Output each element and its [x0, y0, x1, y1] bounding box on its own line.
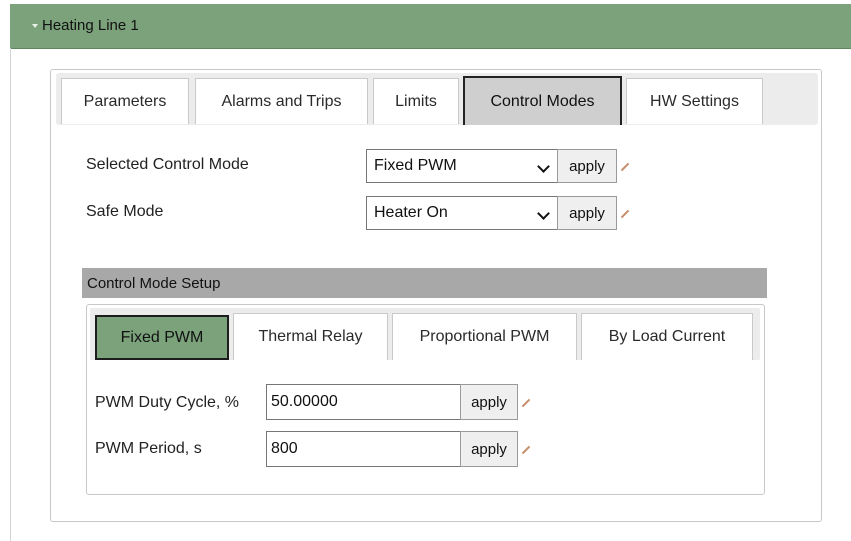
section-header[interactable]: Heating Line 1 [10, 4, 851, 49]
duty-cycle-label: PWM Duty Cycle, % [95, 394, 240, 411]
tab-limits[interactable]: Limits [373, 78, 459, 124]
chevron-down-icon [537, 160, 550, 173]
subtab-fixed-pwm[interactable]: Fixed PWM [95, 315, 229, 360]
tab-alarms-and-trips[interactable]: Alarms and Trips [195, 78, 368, 124]
duty-cycle-input[interactable]: 50.00000 [266, 384, 461, 420]
pwm-period-label: PWM Period, s [95, 440, 202, 457]
safe-mode-apply-button[interactable]: apply [557, 196, 617, 230]
subtab-proportional-pwm[interactable]: Proportional PWM [392, 313, 577, 360]
section-title: Heating Line 1 [42, 17, 139, 34]
subtab-thermal-relay[interactable]: Thermal Relay [233, 313, 388, 360]
caret-down-icon[interactable] [32, 24, 38, 28]
duty-cycle-apply-button[interactable]: apply [460, 384, 518, 420]
tab-hw-settings[interactable]: HW Settings [626, 78, 763, 124]
control-mode-label: Selected Control Mode [86, 156, 249, 173]
tab-control-modes[interactable]: Control Modes [463, 76, 622, 125]
chevron-down-icon [537, 207, 550, 220]
subtab-by-load-current[interactable]: By Load Current [581, 313, 753, 360]
safe-mode-value: Heater On [374, 204, 448, 221]
tab-parameters[interactable]: Parameters [61, 78, 189, 124]
control-mode-apply-button[interactable]: apply [557, 149, 617, 183]
pwm-period-apply-button[interactable]: apply [460, 431, 518, 467]
safe-mode-select[interactable]: Heater On [366, 196, 558, 230]
pwm-period-input[interactable]: 800 [266, 431, 461, 467]
control-mode-select[interactable]: Fixed PWM [366, 149, 558, 183]
control-mode-value: Fixed PWM [374, 157, 457, 174]
control-mode-setup-header: Control Mode Setup [82, 268, 767, 298]
safe-mode-label: Safe Mode [86, 203, 164, 220]
